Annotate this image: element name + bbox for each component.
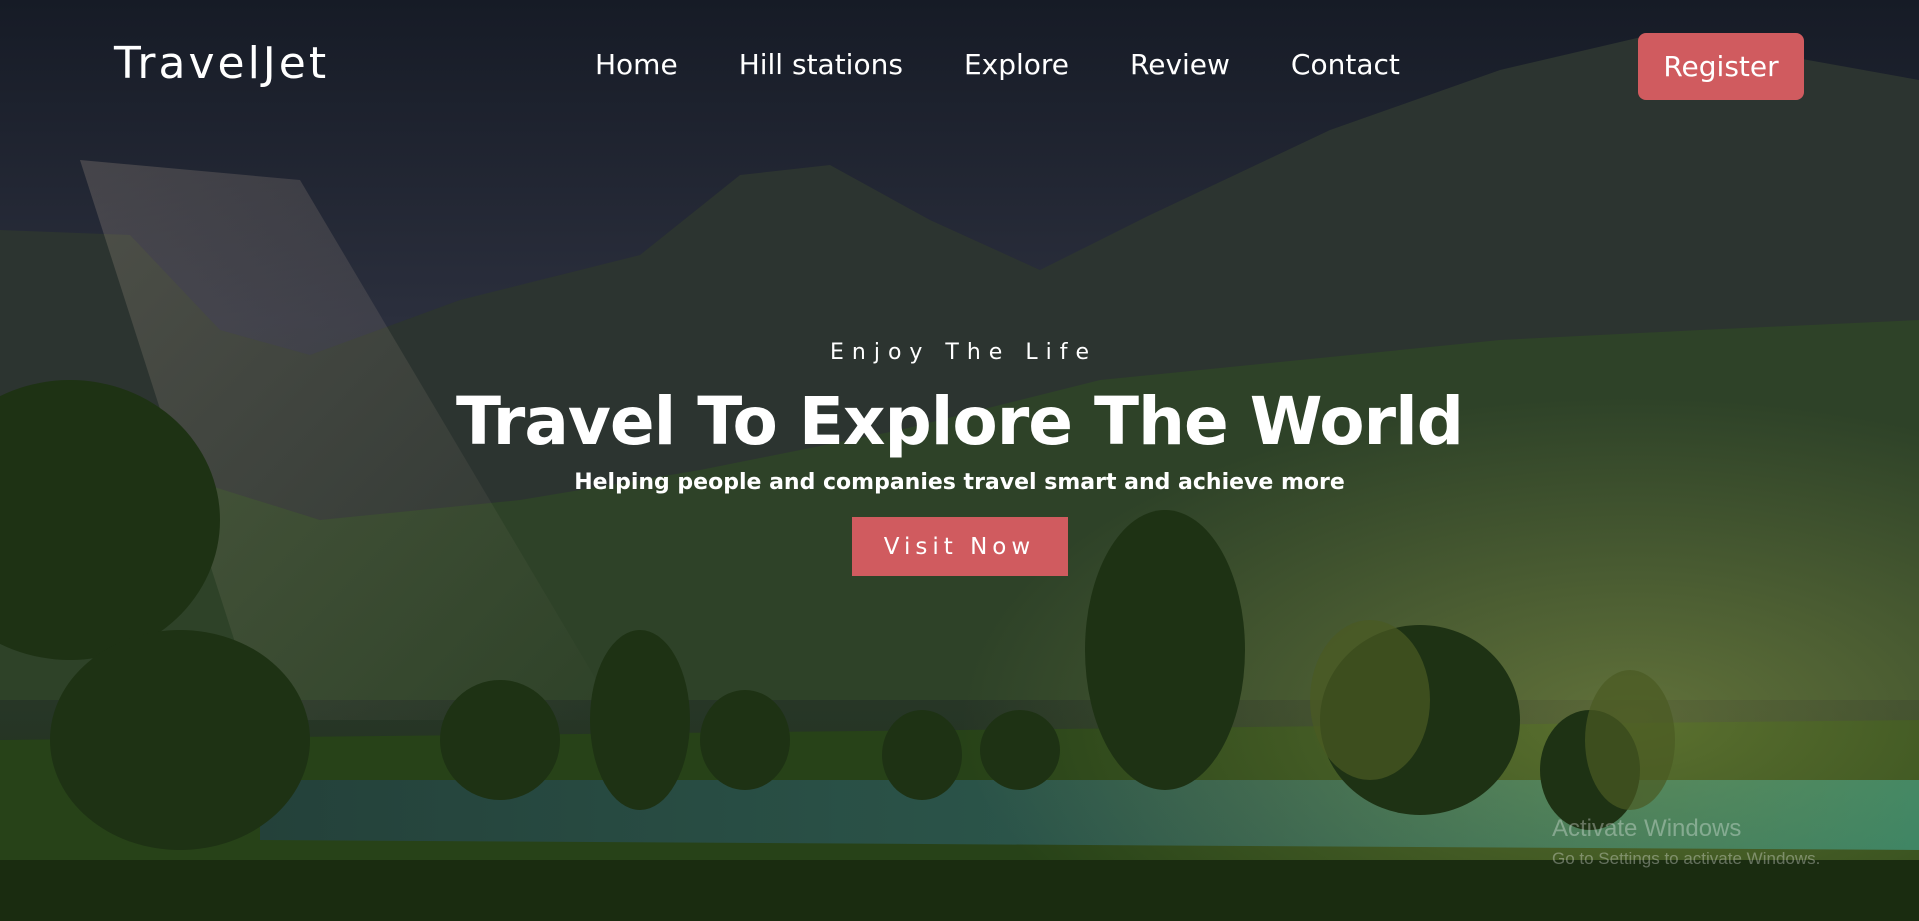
hero-kicker: Enjoy The Life [830,340,1097,365]
visit-now-button[interactable]: Visit Now [851,517,1068,576]
nav-link-explore[interactable]: Explore [964,48,1069,81]
nav-link-review[interactable]: Review [1130,48,1230,81]
hero-section: TravelJet Home Hill stations Explore Rev… [0,0,1919,921]
watermark-title: Activate Windows [1552,815,1742,842]
nav-link-contact[interactable]: Contact [1291,48,1400,81]
nav-link-hill-stations[interactable]: Hill stations [739,48,903,81]
hero-subtitle: Helping people and companies travel smar… [574,470,1345,495]
hero-title: Travel To Explore The World [456,383,1464,460]
watermark-subtitle: Go to Settings to activate Windows. [1552,849,1821,868]
hero-content: Enjoy The Life Travel To Explore The Wor… [0,340,1919,576]
nav-link-home[interactable]: Home [595,48,678,81]
main-nav: Home Hill stations Explore Review Contac… [595,48,1461,81]
navbar: TravelJet Home Hill stations Explore Rev… [0,0,1919,135]
brand-logo[interactable]: TravelJet [114,38,329,89]
windows-activation-watermark: Activate Windows Go to Settings to activ… [1552,815,1820,869]
register-button[interactable]: Register [1638,33,1804,100]
